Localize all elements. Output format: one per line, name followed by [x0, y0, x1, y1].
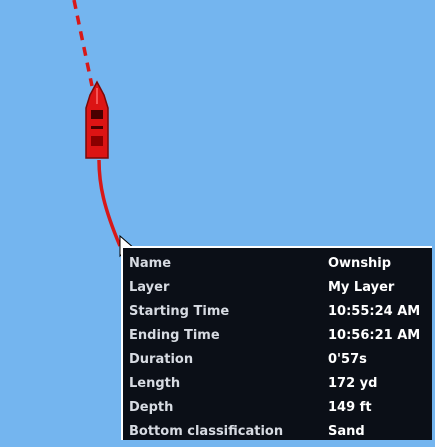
info-row-ending-time: Ending Time 10:56:21 AM	[123, 324, 432, 348]
info-row-name: Name Ownship	[123, 252, 432, 276]
info-label: Depth	[129, 400, 174, 415]
info-value: 0'57s	[328, 352, 367, 367]
info-label: Bottom classification	[129, 424, 284, 439]
track-line-dashed	[72, 0, 94, 87]
info-label: Layer	[129, 280, 170, 295]
info-row-layer: Layer My Layer	[123, 276, 432, 300]
info-value: 172 yd	[328, 376, 378, 391]
info-row-depth: Depth 149 ft	[123, 396, 432, 420]
info-value: Ownship	[328, 256, 392, 271]
info-label: Name	[129, 256, 172, 271]
track-line-solid[interactable]	[97, 159, 122, 247]
info-label: Starting Time	[129, 304, 230, 319]
info-row-duration: Duration 0'57s	[123, 348, 432, 372]
track-info-panel: Name Ownship Layer My Layer Starting Tim…	[121, 246, 432, 440]
info-value: My Layer	[328, 280, 395, 295]
info-row-starting-time: Starting Time 10:55:24 AM	[123, 300, 432, 324]
info-label: Ending Time	[129, 328, 220, 343]
info-row-length: Length 172 yd	[123, 372, 432, 396]
info-label: Duration	[129, 352, 194, 367]
info-value: 10:56:21 AM	[328, 328, 421, 343]
info-label: Length	[129, 376, 181, 391]
info-value: Sand	[328, 424, 365, 439]
info-value: 149 ft	[328, 400, 372, 415]
info-value: 10:55:24 AM	[328, 304, 421, 319]
info-row-bottom-classification: Bottom classification Sand	[123, 420, 432, 444]
boat-icon[interactable]	[85, 80, 109, 159]
